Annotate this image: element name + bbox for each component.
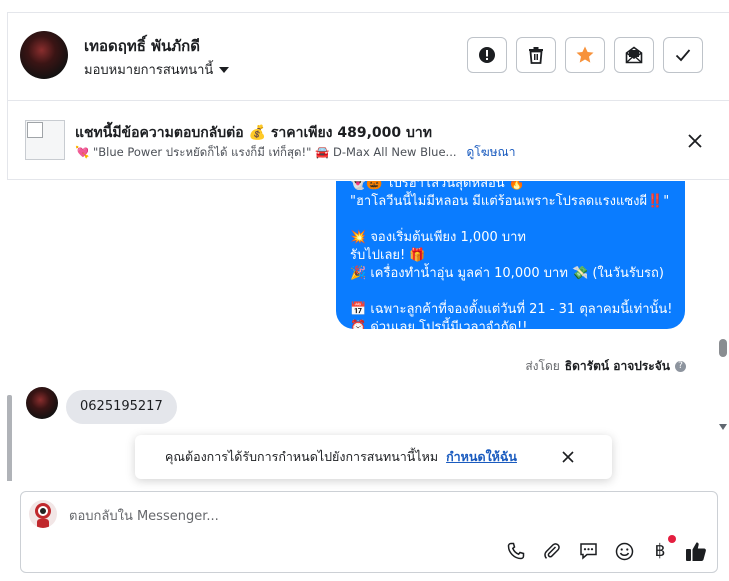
sent-by-label: ส่งโดย ธิดารัตน์ อาจประจัน ? — [525, 357, 686, 376]
saved-replies-button[interactable] — [575, 538, 601, 564]
ad-close-button[interactable] — [684, 130, 706, 152]
view-ad-link[interactable]: ดูโฆษณา — [467, 143, 516, 162]
incoming-message-bubble: 0625195217 — [66, 390, 177, 424]
close-icon — [562, 451, 574, 463]
conversation-header: เทอดฤทธิ์ พันภักดี มอบหมายการสนทนานี้ — [7, 12, 729, 100]
message-line: 💥 จองเริ่มต้นเพียง 1,000 บาท — [350, 230, 526, 245]
emoji-icon — [615, 542, 633, 560]
star-icon — [576, 46, 594, 63]
message-line: 🎉 เครื่องทำน้ำอุ่น มูลค่า 10,000 บาท 💸 (… — [350, 266, 664, 281]
ad-title: แชทนี้มีข้อความตอบกลับต่อ 💰 ราคาเพียง 48… — [75, 125, 433, 141]
emoji-button[interactable] — [611, 538, 637, 564]
assign-to-me-link[interactable]: กำหนดให้ฉัน — [446, 447, 517, 467]
like-button[interactable] — [683, 538, 709, 564]
message-line: ⏰ ด่วนเลย โปรนี้มีเวลาจำกัด!! — [350, 320, 528, 329]
assign-label: มอบหมายการสนทนานี้ — [84, 63, 214, 78]
page-avatar — [29, 500, 57, 528]
contact-avatar-small — [26, 387, 58, 419]
thread-scrollbar[interactable] — [717, 181, 729, 436]
assign-conversation-dropdown[interactable]: มอบหมายการสนทนานี้ — [84, 59, 230, 80]
message-line: รับไปเลย! 🎁 — [350, 248, 426, 263]
toast-close-button[interactable] — [559, 448, 577, 466]
payment-button[interactable]: ฿ — [647, 535, 676, 564]
done-button[interactable] — [663, 37, 703, 73]
baht-icon: ฿ — [654, 541, 666, 561]
message-line: 👻🎃 โปรฮาโลวีนสุดหลอน 🔥 — [350, 181, 526, 191]
scroll-down-arrow[interactable] — [719, 424, 727, 430]
star-button[interactable] — [565, 37, 605, 73]
checkmark-icon — [675, 49, 691, 62]
reply-composer: ฿ — [20, 491, 718, 573]
contact-avatar[interactable] — [20, 31, 68, 79]
caret-down-icon — [219, 66, 230, 73]
message-line: 📅 เฉพาะลูกค้าที่จองตั้งแต่วันที่ 21 - 31… — [350, 302, 673, 317]
sent-by-prefix: ส่งโดย — [525, 359, 560, 373]
call-button[interactable] — [503, 538, 529, 564]
ad-subtitle-row: 💘 "Blue Power ประหยัดก็ได้ แรงก็มี เท่ก็… — [75, 143, 515, 162]
outgoing-message-bubble: 👻🎃 โปรฮาโลวีนสุดหลอน 🔥 "ฮาโลวีนนี้ไม่มีหล… — [336, 181, 685, 329]
reply-input[interactable] — [69, 505, 669, 527]
help-icon[interactable]: ? — [675, 361, 686, 372]
message-blank-line — [350, 283, 671, 301]
sender-name: ธิดารัตน์ อาจประจัน — [564, 359, 670, 373]
thumbs-up-icon — [686, 541, 706, 561]
alert-circle-icon — [479, 47, 495, 63]
phone-icon — [507, 542, 525, 560]
scrollbar-thumb[interactable] — [719, 339, 727, 357]
assign-prompt-toast: คุณต้องการได้รับการกำหนดไปยังการสนทนานี้… — [135, 435, 612, 479]
close-icon — [688, 134, 702, 148]
chat-bubble-icon — [579, 543, 597, 560]
notification-dot — [668, 535, 676, 543]
contact-name[interactable]: เทอดฤทธิ์ พันภักดี — [84, 34, 200, 58]
message-blank-line — [350, 211, 671, 229]
assign-prompt-text: คุณต้องการได้รับการกำหนดไปยังการสนทนานี้… — [165, 449, 439, 464]
spam-button[interactable] — [467, 37, 507, 73]
attach-button[interactable] — [539, 538, 565, 564]
ad-reply-banner: แชทนี้มีข้อความตอบกลับต่อ 💰 ราคาเพียง 48… — [7, 100, 729, 180]
envelope-open-icon — [625, 46, 643, 64]
delete-button[interactable] — [516, 37, 556, 73]
trash-icon — [529, 47, 543, 64]
composer-toolbar: ฿ — [503, 535, 709, 564]
header-actions — [467, 37, 703, 73]
paperclip-icon — [544, 543, 560, 559]
mark-unread-button[interactable] — [614, 37, 654, 73]
ad-thumbnail — [25, 120, 65, 160]
ad-subtitle: 💘 "Blue Power ประหยัดก็ได้ แรงก็มี เท่ก็… — [75, 144, 457, 159]
left-panel-scrollbar[interactable] — [7, 395, 12, 481]
message-line: "ฮาโลวีนนี้ไม่มีหลอน มีแต่ร้อนเพราะโปรลด… — [350, 194, 670, 209]
